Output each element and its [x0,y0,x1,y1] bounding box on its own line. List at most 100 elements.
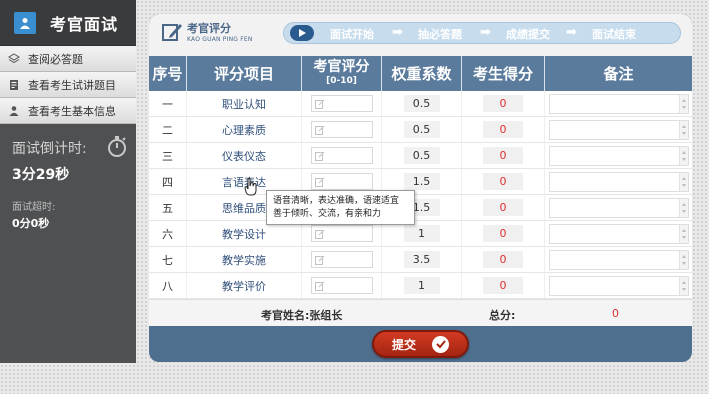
note-textarea[interactable] [548,223,689,244]
check-icon [432,335,449,353]
total-value: 0 [612,307,619,320]
arrow-right-icon: ➡ [480,25,491,40]
countdown-panel: 面试倒计时: 3分29秒 面试超时: 0分0秒 [0,124,136,231]
row-score-cell [302,117,382,142]
sidebar-item-required-questions[interactable]: 查阅必答题 [0,46,136,72]
table-row: 八教学评价 1 0 [149,273,692,299]
row-item[interactable]: 教学实施 [187,247,302,272]
edit-icon [314,177,324,187]
note-textarea[interactable] [548,145,689,166]
overtime-label: 面试超时: [12,202,56,213]
table-row: 七教学实施 3.5 0 [149,247,692,273]
header-note: 备注 [603,64,634,83]
progress-steps: 面试开始 ➡ 抽必答题 ➡ 成绩提交 ➡ 面试结束 [283,22,681,44]
table-row: 六教学设计 1 0 [149,221,692,247]
step-end: 面试结束 [592,28,636,41]
score-input[interactable] [310,173,373,190]
header-score-label: 考官评分 [313,58,370,75]
sidebar-item-candidate-info[interactable]: 查看考生基本信息 [0,98,136,124]
submit-label: 提交 [391,337,416,352]
row-got: 0 [483,121,523,138]
edit-icon [314,281,324,291]
row-note-cell [545,273,692,298]
table-row: 三仪表仪态 0.5 0 [149,143,692,169]
score-input[interactable] [310,121,373,138]
note-scrollbar[interactable] [678,172,688,191]
panel-topbar: 考官评分 KAO GUAN PING FEN 面试开始 ➡ 抽必答题 ➡ 成绩提… [149,14,692,56]
note-scrollbar[interactable] [678,198,688,217]
note-textarea[interactable] [548,275,689,296]
edit-icon [314,125,324,135]
row-weight: 0.5 [403,147,440,164]
table-row: 四言语表达 1.5 0 [149,169,692,195]
row-weight-cell: 1 [382,273,462,298]
edit-icon [314,229,324,239]
row-got: 0 [483,199,523,216]
note-scrollbar[interactable] [678,120,688,139]
row-index: 一 [149,91,187,116]
sidebar-title: 考官面试 [50,14,119,34]
step-submit-score: 成绩提交 [506,28,550,41]
sidebar-item-label: 查阅必答题 [28,52,83,66]
row-weight: 3.5 [403,251,440,268]
sidebar-item-lecture-topic[interactable]: 查看考生试讲题目 [0,72,136,98]
row-score-cell [302,91,382,116]
note-textarea[interactable] [548,197,689,218]
score-input[interactable] [310,147,373,164]
row-got: 0 [483,251,523,268]
score-input[interactable] [310,277,373,294]
overtime-value: 0分0秒 [12,217,50,230]
note-scrollbar[interactable] [678,250,688,269]
note-scrollbar[interactable] [678,224,688,243]
row-note-cell [545,221,692,246]
tooltip-line: 语音清晰，表达准确，语速适宜 [273,196,400,206]
row-got: 0 [483,225,523,242]
row-weight-cell: 0.5 [382,117,462,142]
row-weight: 1 [403,277,440,294]
row-got-cell: 0 [462,169,545,194]
note-textarea[interactable] [548,249,689,270]
row-note-cell [545,169,692,194]
tooltip-line: 善于倾听、交流，有亲和力 [273,209,382,219]
brand: 考官评分 KAO GUAN PING FEN [161,20,253,43]
row-index: 五 [149,195,187,220]
row-item[interactable]: 心理素质 [187,117,302,142]
row-index: 七 [149,247,187,272]
note-scrollbar[interactable] [678,146,688,165]
hand-cursor-icon [244,178,257,196]
score-input[interactable] [310,95,373,112]
tooltip: 语音清晰，表达准确，语速适宜 善于倾听、交流，有亲和力 [266,190,415,225]
table-body: 一职业认知 0.5 0 二心理素质 0.5 0 三仪表仪态 0.5 0 四言语表达 1.5 0 五思维品… [149,91,692,299]
row-score-cell [302,247,382,272]
examiner-name: 考官姓名:张组长 [261,309,343,322]
submit-button[interactable]: 提交 [372,330,469,358]
note-textarea[interactable] [548,93,689,114]
row-index: 二 [149,117,187,142]
note-scrollbar[interactable] [678,276,688,295]
row-index: 八 [149,273,187,298]
row-note-cell [545,195,692,220]
step-draw-question: 抽必答题 [418,28,462,41]
table-row: 五思维品质 1.5 0 [149,195,692,221]
row-item[interactable]: 仪表仪态 [187,143,302,168]
note-textarea[interactable] [548,119,689,140]
note-scrollbar[interactable] [678,94,688,113]
sidebar-menu: 查阅必答题 查看考生试讲题目 查看考生基本信息 [0,46,136,124]
score-input[interactable] [310,225,373,242]
row-weight: 0.5 [403,121,440,138]
row-weight-cell: 3.5 [382,247,462,272]
row-got: 0 [483,95,523,112]
row-item[interactable]: 职业认知 [187,91,302,116]
brand-title: 考官评分 [187,22,231,35]
row-item[interactable]: 教学评价 [187,273,302,298]
header-score: 考官评分 [0-10] [302,56,382,91]
edit-form-icon [162,23,182,41]
row-got: 0 [483,277,523,294]
row-weight: 1 [403,225,440,242]
row-note-cell [545,143,692,168]
score-input[interactable] [310,251,373,268]
note-textarea[interactable] [548,171,689,192]
header-score-range: [0-10] [326,75,357,86]
header-weight: 权重系数 [382,56,462,91]
arrow-right-icon: ➡ [392,25,403,40]
